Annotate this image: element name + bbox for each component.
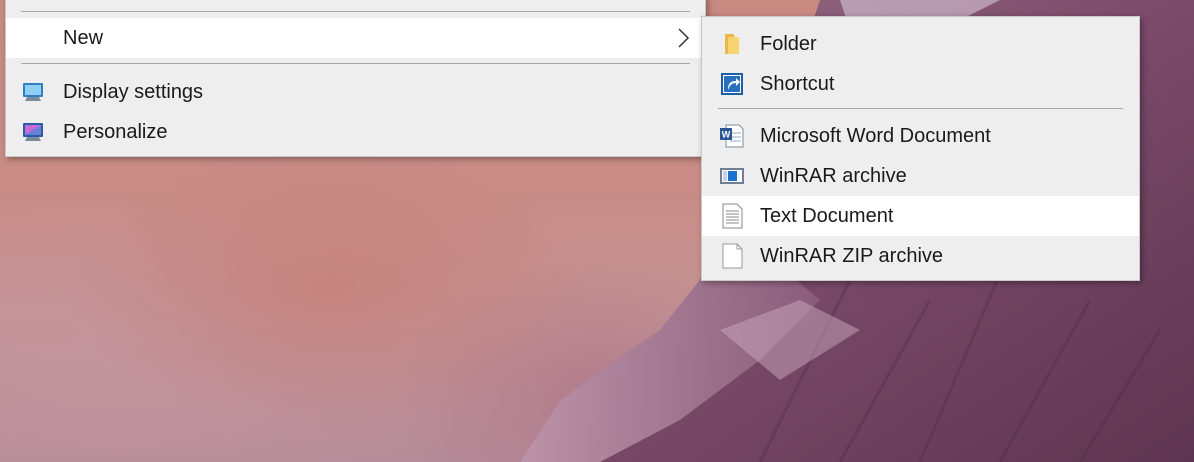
submenu-item-label: Folder bbox=[760, 32, 817, 55]
chevron-right-icon bbox=[678, 28, 690, 48]
submenu-item-shortcut[interactable]: Shortcut bbox=[702, 64, 1139, 104]
submenu-item-folder[interactable]: Folder bbox=[702, 24, 1139, 64]
menu-item-display-settings[interactable]: Display settings bbox=[6, 72, 705, 112]
submenu-item-label: WinRAR ZIP archive bbox=[760, 244, 944, 267]
winrar-zip-icon bbox=[722, 243, 743, 269]
menu-item-label: New bbox=[63, 26, 104, 49]
submenu-item-label: WinRAR archive bbox=[760, 164, 907, 187]
submenu-item-label: Microsoft Word Document bbox=[760, 124, 991, 147]
shortcut-icon bbox=[721, 73, 743, 95]
personalize-icon bbox=[23, 123, 43, 141]
menu-item-label: Personalize bbox=[63, 120, 168, 143]
display-settings-icon bbox=[23, 83, 43, 101]
new-submenu: Folder Shortcut W Microsoft Word Documen… bbox=[701, 16, 1140, 281]
menu-separator bbox=[21, 11, 690, 12]
folder-icon bbox=[725, 34, 739, 54]
submenu-item-winrar-zip-archive[interactable]: WinRAR ZIP archive bbox=[702, 236, 1139, 276]
submenu-item-winrar-archive[interactable]: WinRAR archive bbox=[702, 156, 1139, 196]
menu-item-personalize[interactable]: Personalize bbox=[6, 112, 705, 152]
winrar-archive-icon bbox=[720, 168, 744, 184]
submenu-item-label: Shortcut bbox=[760, 72, 835, 95]
desktop-context-menu: New Display settings Personalize bbox=[5, 0, 706, 157]
menu-item-label: Display settings bbox=[63, 80, 204, 103]
submenu-item-word-document[interactable]: W Microsoft Word Document bbox=[702, 116, 1139, 156]
submenu-item-text-document[interactable]: Text Document bbox=[702, 196, 1139, 236]
submenu-item-label: Text Document bbox=[760, 204, 894, 227]
menu-item-new[interactable]: New bbox=[6, 18, 705, 58]
submenu-separator bbox=[718, 108, 1123, 109]
word-document-icon: W bbox=[720, 124, 744, 148]
svg-text:W: W bbox=[722, 130, 731, 140]
menu-separator bbox=[21, 63, 690, 64]
text-document-icon bbox=[722, 203, 743, 229]
